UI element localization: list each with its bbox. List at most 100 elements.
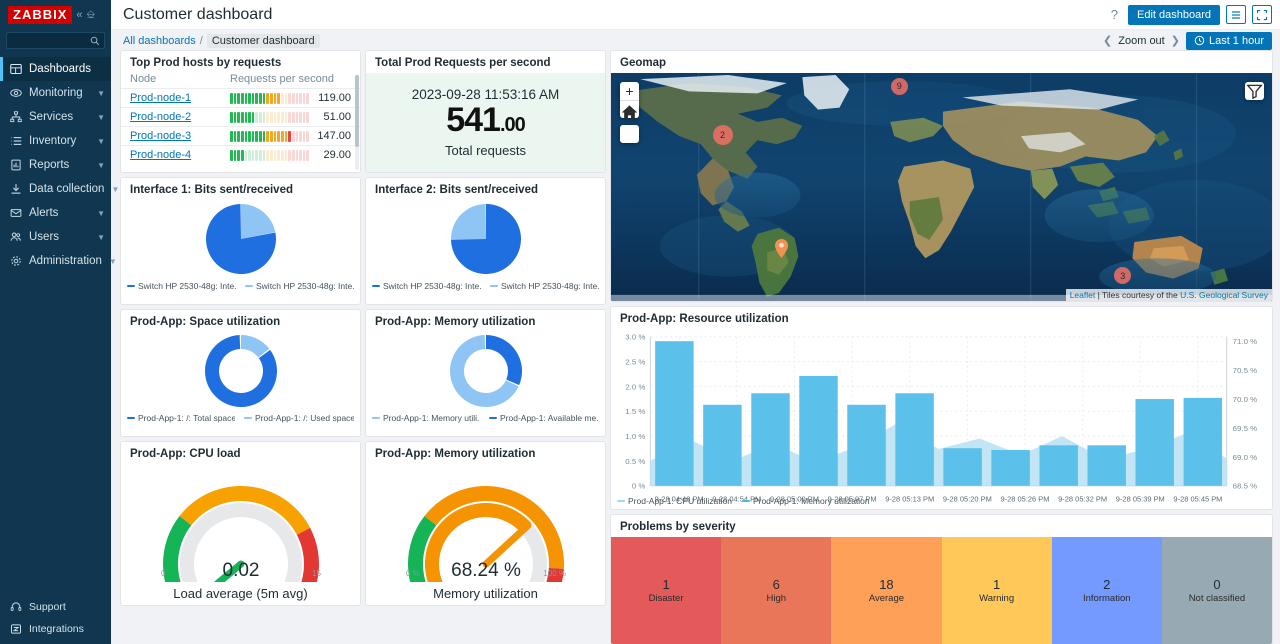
dashboard-left-column: Top Prod hosts by requests Node Requests… bbox=[121, 51, 605, 644]
gauge: 0.02015 bbox=[141, 464, 341, 585]
resource-chart-canvas: 0 %0.5 %1.0 %1.5 %2.0 %2.5 %3.0 %68.5 %6… bbox=[611, 329, 1272, 509]
dashboard-menu-button[interactable] bbox=[1226, 5, 1246, 24]
memory-bar bbox=[943, 448, 981, 486]
host-link[interactable]: Prod-node-4 bbox=[130, 149, 191, 161]
severity-cell[interactable]: 6High bbox=[721, 537, 831, 644]
map-filter-button[interactable] bbox=[1245, 82, 1264, 100]
severity-count: 1 bbox=[662, 577, 669, 592]
widget-title: Prod-App: CPU load bbox=[121, 442, 360, 464]
host-link[interactable]: Prod-node-3 bbox=[130, 130, 191, 142]
legend-label: Prod-App-1: Memory utilization bbox=[753, 496, 870, 506]
legend-swatch bbox=[127, 285, 135, 288]
usgs-link[interactable]: U.S. Geological Survey bbox=[1180, 290, 1268, 300]
chart-legend: Prod-App-1: /: Total spaceProd-App-1: /:… bbox=[121, 410, 360, 429]
x-axis-tick: 9-28 05:13 PM bbox=[885, 494, 934, 503]
severity-cell[interactable]: 0Not classified bbox=[1162, 537, 1272, 644]
main-area: Customer dashboard ? Edit dashboard All … bbox=[111, 0, 1280, 644]
sidebar-item-label: Monitoring bbox=[29, 87, 90, 99]
y-axis-tick-left: 0.5 % bbox=[625, 457, 645, 466]
progress-bar bbox=[230, 112, 309, 123]
memory-bar bbox=[799, 376, 837, 486]
edit-dashboard-button[interactable]: Edit dashboard bbox=[1128, 5, 1220, 25]
expand-icon bbox=[1256, 9, 1268, 21]
cpu-gauge-body: 0.02015 Load average (5m avg) bbox=[121, 464, 360, 605]
leaflet-link[interactable]: Leaflet bbox=[1070, 290, 1096, 300]
pie-svg bbox=[205, 203, 277, 275]
pin-sidebar-icon[interactable]: ⎒ bbox=[87, 9, 96, 22]
total-requests-timestamp: 2023-09-28 11:53:16 AM bbox=[412, 87, 560, 102]
widget-top-prod-hosts: Top Prod hosts by requests Node Requests… bbox=[121, 51, 360, 172]
zoom-out-button[interactable]: Zoom out bbox=[1118, 35, 1164, 47]
donut-chart bbox=[121, 332, 360, 410]
sidebar-search-input[interactable] bbox=[6, 32, 105, 49]
widget-title: Prod-App: Memory utilization bbox=[366, 310, 605, 332]
legend-item: Switch HP 2530-48g: Inte... bbox=[127, 281, 236, 291]
z-square-icon bbox=[9, 623, 22, 635]
widget-geomap: Geomap bbox=[611, 51, 1272, 301]
progress-bar bbox=[230, 150, 309, 161]
sidebar-item-monitoring[interactable]: Monitoring ▼ bbox=[0, 81, 111, 105]
severity-count: 6 bbox=[773, 577, 780, 592]
table-scrollbar[interactable] bbox=[355, 75, 359, 170]
severity-label: Not classified bbox=[1189, 593, 1246, 604]
list-icon bbox=[9, 135, 22, 147]
fullscreen-button[interactable] bbox=[1252, 5, 1272, 24]
table-rows: Prod-node-1119.00Prod-node-251.00Prod-no… bbox=[121, 88, 360, 164]
sidebar-item-administration[interactable]: Administration ▼ bbox=[0, 249, 111, 273]
legend-label: Prod-App-1: /: Total space bbox=[138, 413, 235, 423]
breadcrumb-all-dashboards[interactable]: All dashboards bbox=[123, 35, 196, 47]
sidebar-item-alerts[interactable]: Alerts ▼ bbox=[0, 201, 111, 225]
chart-legend: Prod-App-1: CPU utilizationProd-App-1: M… bbox=[617, 496, 870, 506]
severity-label: Information bbox=[1083, 593, 1131, 604]
legend-swatch bbox=[742, 500, 750, 503]
severity-cell[interactable]: 1Disaster bbox=[611, 537, 721, 644]
sidebar-item-data-collection[interactable]: Data collection ▼ bbox=[0, 177, 111, 201]
legend-item: Prod-App-1: Available me... bbox=[489, 413, 599, 423]
sidebar-item-inventory[interactable]: Inventory ▼ bbox=[0, 129, 111, 153]
y-axis-tick-right: 68.5 % bbox=[1233, 482, 1258, 491]
host-link[interactable]: Prod-node-2 bbox=[130, 111, 191, 123]
sidebar-item-support[interactable]: Support bbox=[0, 596, 111, 618]
host-value: 119.00 bbox=[309, 92, 351, 104]
map-cluster-marker[interactable]: 2 bbox=[713, 125, 733, 145]
chevron-down-icon: ▼ bbox=[111, 185, 119, 194]
chevron-right-icon[interactable]: ❯ bbox=[1171, 34, 1180, 47]
column-header-rps: Requests per second bbox=[230, 73, 334, 85]
time-range-button[interactable]: Last 1 hour bbox=[1186, 32, 1272, 50]
map-cluster-marker[interactable]: 9 bbox=[891, 78, 908, 95]
sidebar-item-dashboards[interactable]: Dashboards bbox=[0, 57, 111, 81]
sidebar-item-label: Services bbox=[29, 111, 90, 123]
chevron-left-icon[interactable]: ❮ bbox=[1103, 34, 1112, 47]
memory-bar bbox=[895, 393, 933, 486]
severity-label: Average bbox=[869, 593, 904, 604]
legend-item: Switch HP 2530-48g: Inte... bbox=[245, 281, 354, 291]
widget-space-utilization: Prod-App: Space utilization Prod-App-1: … bbox=[121, 310, 360, 436]
total-requests-body: 2023-09-28 11:53:16 AM 541.00 Total requ… bbox=[366, 73, 605, 172]
sidebar-item-integrations[interactable]: Integrations bbox=[0, 618, 111, 640]
marker-count: 3 bbox=[1120, 271, 1125, 281]
host-link[interactable]: Prod-node-1 bbox=[130, 92, 191, 104]
sidebar-item-reports[interactable]: Reports ▼ bbox=[0, 153, 111, 177]
sidebar-item-services[interactable]: Services ▼ bbox=[0, 105, 111, 129]
legend-label: Switch HP 2530-48g: Inte... bbox=[501, 281, 599, 291]
help-icon[interactable]: ? bbox=[1107, 7, 1122, 22]
severity-cell[interactable]: 18Average bbox=[831, 537, 941, 644]
sidebar-item-users[interactable]: Users ▼ bbox=[0, 225, 111, 249]
severity-cell[interactable]: 1Warning bbox=[942, 537, 1052, 644]
gauge-caption: Load average (5m avg) bbox=[173, 586, 307, 601]
y-axis-tick-left: 1.5 % bbox=[625, 407, 645, 416]
severity-cell[interactable]: 2Information bbox=[1052, 537, 1162, 644]
legend-label: Prod-App-1: Memory utili... bbox=[383, 413, 480, 423]
map-pin-marker[interactable] bbox=[775, 239, 788, 258]
geomap-body[interactable]: + − bbox=[611, 73, 1272, 301]
collapse-sidebar-icon[interactable]: « bbox=[76, 9, 82, 21]
report-icon bbox=[9, 159, 22, 171]
x-axis-tick: 9-28 05:26 PM bbox=[1001, 494, 1050, 503]
severity-label: Warning bbox=[979, 593, 1014, 604]
widget-cpu-load-gauge: Prod-App: CPU load 0.02015 Load average … bbox=[121, 442, 360, 605]
map-canvas[interactable]: + − bbox=[611, 73, 1272, 301]
map-home-button[interactable] bbox=[620, 125, 639, 143]
host-value: 29.00 bbox=[309, 149, 351, 161]
download-icon bbox=[9, 183, 22, 195]
page-title: Customer dashboard bbox=[123, 6, 272, 24]
